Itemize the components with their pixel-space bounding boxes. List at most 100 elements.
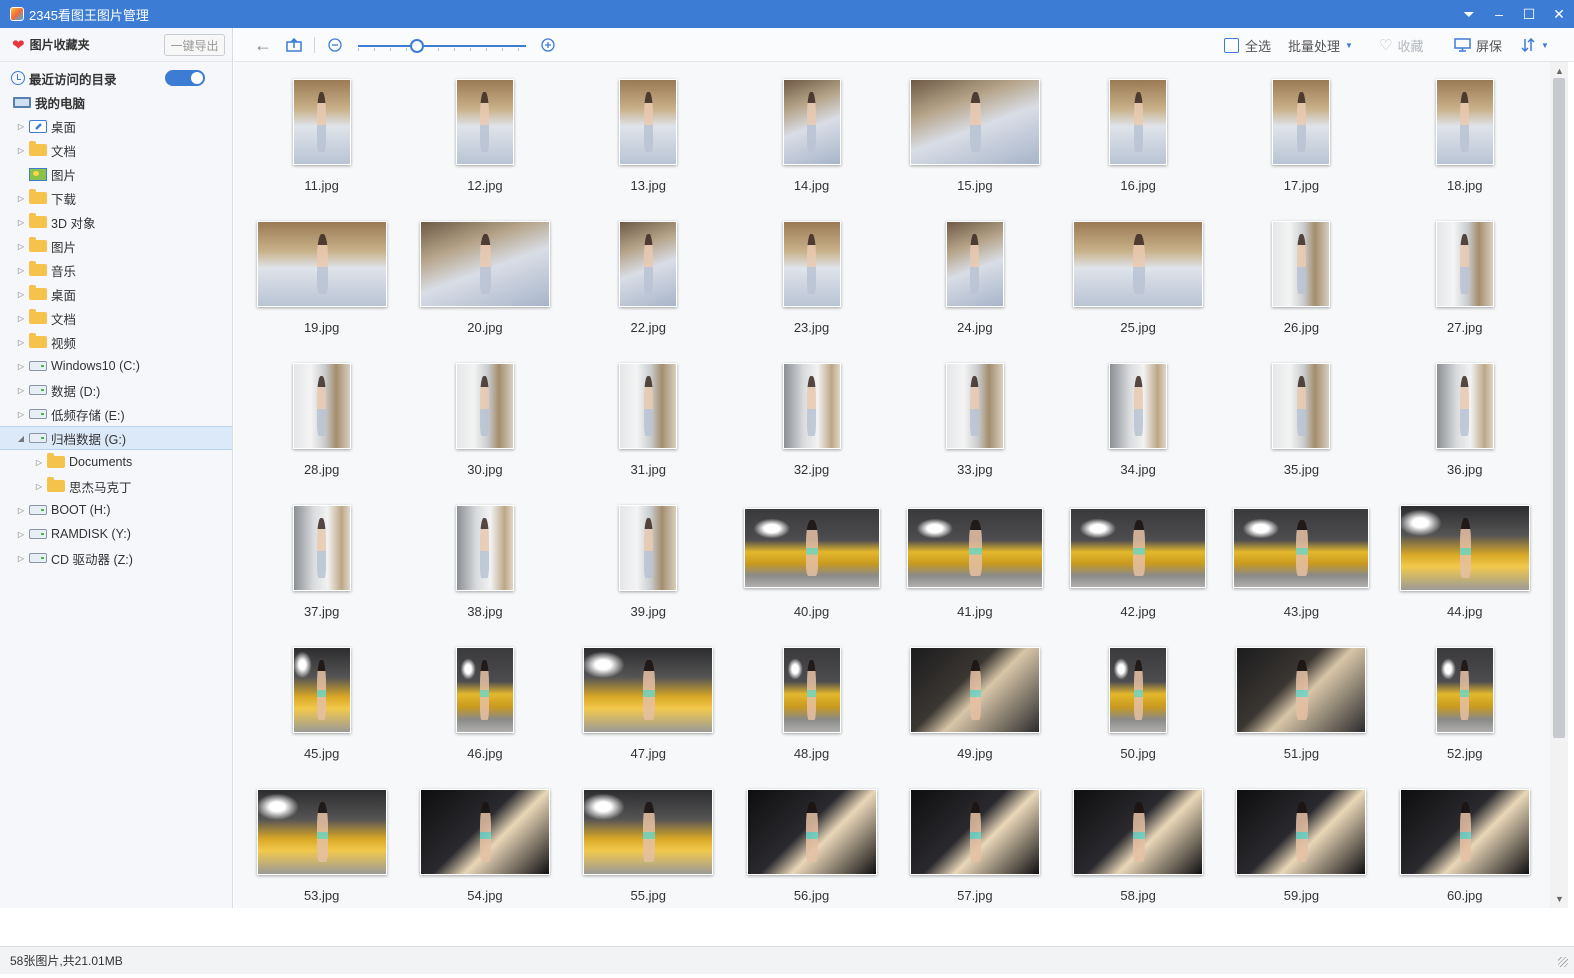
photo-thumbnail[interactable] [782,647,841,733]
batch-process-button[interactable]: 批量处理 ▼ [1288,28,1353,62]
export-button[interactable]: 一键导出 [164,34,225,56]
thumbnail-item[interactable]: 46.jpg [403,642,566,766]
thumbnail-item[interactable]: 42.jpg [1056,500,1219,624]
photo-thumbnail[interactable] [1233,508,1370,588]
tree-item[interactable]: ▷ 文档 [0,138,232,162]
thumbnail-item[interactable]: 57.jpg [893,784,1056,908]
close-icon[interactable]: ✕ [1544,0,1574,28]
photo-thumbnail[interactable] [583,647,714,733]
thumbnail-item[interactable]: 59.jpg [1220,784,1383,908]
recent-dirs-toggle[interactable] [165,70,205,86]
tree-item[interactable]: ▷ 低频存储 (E:) [0,402,232,426]
scrollbar-thumb[interactable] [1553,78,1565,738]
thumbnail-item[interactable]: 24.jpg [893,216,1056,340]
thumbnail-item[interactable]: 37.jpg [240,500,403,624]
expand-arrow-right-icon[interactable]: ▷ [16,218,26,227]
photo-thumbnail[interactable] [782,79,841,165]
thumbnail-item[interactable]: 16.jpg [1056,74,1219,198]
thumbnail-item[interactable]: 25.jpg [1056,216,1219,340]
tree-item[interactable]: ▷ 思杰马克丁 [0,474,232,498]
thumbnail-item[interactable]: 55.jpg [567,784,730,908]
thumbnail-item[interactable]: 18.jpg [1383,74,1546,198]
expand-arrow-right-icon[interactable]: ▷ [16,386,26,395]
resize-grip-icon[interactable] [1558,957,1568,967]
photo-thumbnail[interactable] [1070,508,1207,588]
photo-thumbnail[interactable] [619,505,678,591]
thumbnail-item[interactable]: 33.jpg [893,358,1056,482]
photo-thumbnail[interactable] [1272,221,1331,307]
tree-item[interactable]: ▷ 视频 [0,330,232,354]
dropdown-icon[interactable]: ⏷ [1454,0,1484,28]
photo-thumbnail[interactable] [1236,789,1367,875]
photo-thumbnail[interactable] [909,789,1040,875]
photo-thumbnail[interactable] [746,789,877,875]
thumbnail-item[interactable]: 58.jpg [1056,784,1219,908]
tree-item[interactable]: 图片 [0,162,232,186]
photo-thumbnail[interactable] [1109,647,1168,733]
photo-thumbnail[interactable] [909,79,1040,165]
photo-thumbnail[interactable] [292,363,351,449]
scroll-down-icon[interactable]: ▼ [1555,894,1564,904]
expand-arrow-right-icon[interactable]: ▷ [16,266,26,275]
photo-thumbnail[interactable] [1399,789,1530,875]
expand-arrow-right-icon[interactable]: ▷ [16,554,26,563]
expand-arrow-right-icon[interactable]: ▷ [16,338,26,347]
thumbnail-item[interactable]: 43.jpg [1220,500,1383,624]
photo-thumbnail[interactable] [945,221,1004,307]
photo-thumbnail[interactable] [906,508,1043,588]
thumbnail-item[interactable]: 15.jpg [893,74,1056,198]
photo-thumbnail[interactable] [1435,363,1494,449]
tree-item[interactable]: ▷ 数据 (D:) [0,378,232,402]
thumbnail-item[interactable]: 54.jpg [403,784,566,908]
photo-thumbnail[interactable] [455,79,514,165]
thumbnail-item[interactable]: 22.jpg [567,216,730,340]
thumbnail-item[interactable]: 51.jpg [1220,642,1383,766]
screensaver-button[interactable]: 屏保 [1454,28,1502,62]
thumbnail-item[interactable]: 31.jpg [567,358,730,482]
photo-thumbnail[interactable] [743,508,880,588]
thumbnail-item[interactable]: 48.jpg [730,642,893,766]
thumbnail-item[interactable]: 60.jpg [1383,784,1546,908]
thumbnail-item[interactable]: 12.jpg [403,74,566,198]
expand-arrow-right-icon[interactable]: ▷ [16,530,26,539]
tree-item[interactable]: ▷ CD 驱动器 (Z:) [0,546,232,570]
minimize-icon[interactable]: – [1484,0,1514,28]
sort-button[interactable]: ▼ [1521,28,1549,62]
photo-thumbnail[interactable] [1435,647,1494,733]
photo-thumbnail[interactable] [292,505,351,591]
thumbnail-item[interactable]: 45.jpg [240,642,403,766]
favorites-title[interactable]: 图片收藏夹 [30,36,90,53]
expand-arrow-right-icon[interactable]: ▷ [16,242,26,251]
select-all-checkbox[interactable] [1224,37,1239,53]
thumbnail-item[interactable]: 35.jpg [1220,358,1383,482]
photo-thumbnail[interactable] [455,647,514,733]
expand-arrow-down-icon[interactable]: ◢ [16,434,26,443]
photo-thumbnail[interactable] [583,789,714,875]
zoom-slider-track[interactable] [358,45,526,47]
zoom-out-icon[interactable] [328,28,342,62]
tree-item[interactable]: ▷ RAMDISK (Y:) [0,522,232,546]
thumbnail-item[interactable]: 26.jpg [1220,216,1383,340]
tree-item[interactable]: ▷ BOOT (H:) [0,498,232,522]
photo-thumbnail[interactable] [619,363,678,449]
tree-item[interactable]: ▷ 音乐 [0,258,232,282]
expand-arrow-right-icon[interactable]: ▷ [16,506,26,515]
expand-arrow-right-icon[interactable]: ▷ [16,290,26,299]
thumbnail-item[interactable]: 32.jpg [730,358,893,482]
thumbnail-item[interactable]: 28.jpg [240,358,403,482]
thumbnail-item[interactable]: 17.jpg [1220,74,1383,198]
scroll-up-icon[interactable]: ▲ [1555,66,1564,76]
tree-item[interactable]: ▷ 文档 [0,306,232,330]
tree-item[interactable]: ▷ 图片 [0,234,232,258]
thumbnail-item[interactable]: 38.jpg [403,500,566,624]
thumbnail-item[interactable]: 49.jpg [893,642,1056,766]
tree-item[interactable]: ▷ Documents [0,450,232,474]
photo-thumbnail[interactable] [1073,789,1204,875]
thumbnail-item[interactable]: 56.jpg [730,784,893,908]
thumbnail-item[interactable]: 47.jpg [567,642,730,766]
back-arrow-icon[interactable]: ← [254,28,272,62]
my-computer-item[interactable]: 我的电脑 [0,90,232,114]
thumbnail-item[interactable]: 14.jpg [730,74,893,198]
vertical-scrollbar[interactable]: ▲ ▼ [1550,62,1568,908]
expand-arrow-right-icon[interactable]: ▷ [16,122,26,131]
